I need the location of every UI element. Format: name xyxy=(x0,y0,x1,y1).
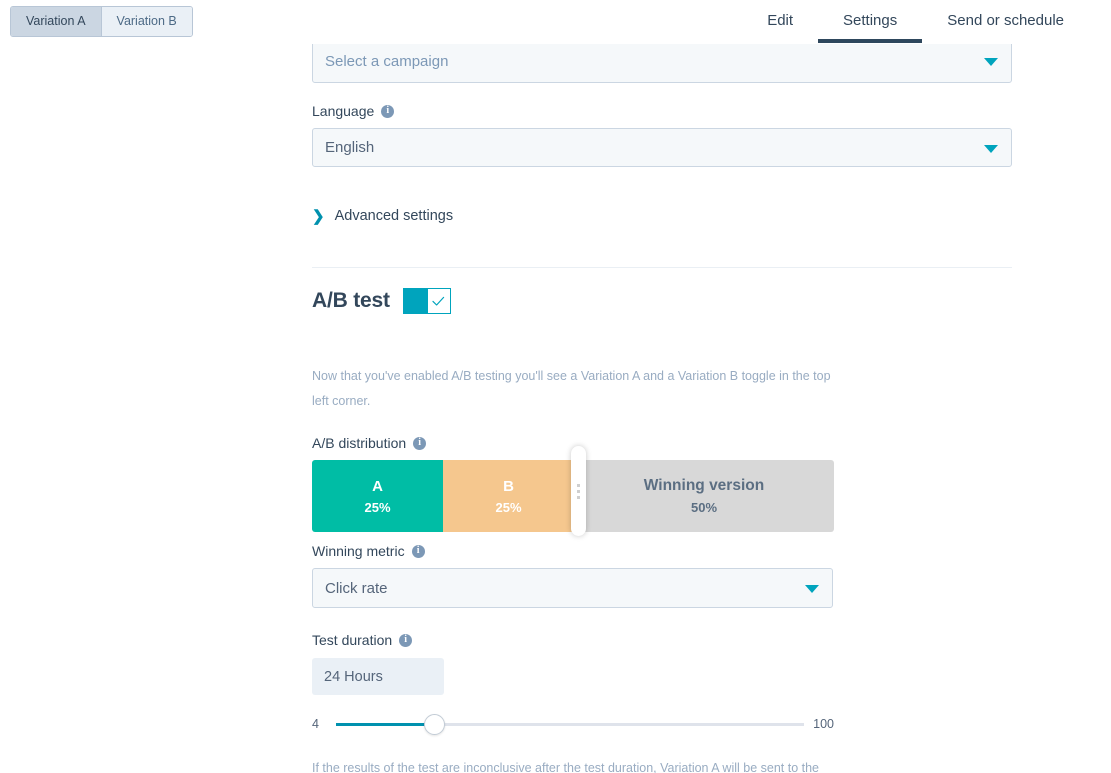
ab-test-heading: A/B test xyxy=(312,289,390,312)
drag-handle-icon[interactable] xyxy=(571,446,586,536)
section-divider xyxy=(312,267,1012,268)
slider-thumb[interactable] xyxy=(423,713,445,735)
handle-dot xyxy=(577,483,580,487)
tab-settings[interactable]: Settings xyxy=(818,0,923,44)
language-select[interactable]: English xyxy=(312,128,1012,167)
ab-test-toggle[interactable] xyxy=(402,288,451,314)
winning-metric-label-text: Winning metric xyxy=(312,543,405,559)
distribution-segment-winning-version[interactable]: Winning version 50% xyxy=(574,460,834,532)
info-icon[interactable] xyxy=(381,104,395,118)
ab-test-description: Now that you've enabled A/B testing you'… xyxy=(312,369,831,408)
check-icon xyxy=(432,296,445,306)
advanced-settings-label: Advanced settings xyxy=(334,208,454,224)
test-duration-label: Test duration xyxy=(312,632,413,648)
variation-b-button[interactable]: Variation B xyxy=(101,7,192,36)
segment-b-percent: 25% xyxy=(495,499,522,515)
test-duration-footnote: If the results of the test are inconclus… xyxy=(312,761,819,773)
ab-distribution-label: A/B distribution xyxy=(312,435,427,451)
segment-a-percent: 25% xyxy=(364,499,391,515)
variation-a-button[interactable]: Variation A xyxy=(11,7,102,36)
winning-metric-select[interactable]: Click rate xyxy=(312,568,833,608)
handle-dot xyxy=(577,489,580,493)
variation-toggle-group: Variation A Variation B xyxy=(10,6,193,37)
distribution-segment-a[interactable]: A 25% xyxy=(312,460,443,532)
ab-test-toggle-track xyxy=(402,288,427,314)
winning-metric-label: Winning metric xyxy=(312,543,425,559)
slider-track[interactable] xyxy=(336,713,804,735)
info-icon[interactable] xyxy=(399,633,413,647)
top-bar: Variation A Variation B Edit Settings Se… xyxy=(0,0,1111,44)
tab-edit[interactable]: Edit xyxy=(742,0,818,44)
language-label-text: Language xyxy=(312,103,375,119)
test-duration-input[interactable]: 24 Hours xyxy=(312,658,444,695)
slider-min-label: 4 xyxy=(312,717,319,731)
segment-b-name: B xyxy=(503,477,514,495)
test-duration-value: 24 Hours xyxy=(324,668,383,685)
segment-winning-name: Winning version xyxy=(643,477,765,494)
ab-test-header: A/B test xyxy=(312,288,451,314)
test-duration-label-text: Test duration xyxy=(312,632,393,648)
test-duration-slider: 4 100 xyxy=(312,713,834,735)
advanced-settings-toggle[interactable]: ❯ Advanced settings xyxy=(312,208,453,224)
ab-test-toggle-knob xyxy=(426,288,451,314)
chevron-down-icon xyxy=(984,58,998,66)
settings-panel: Select a campaign Language English ❯ Adv… xyxy=(0,44,1111,773)
segment-a-name: A xyxy=(372,477,383,495)
ab-distribution-label-text: A/B distribution xyxy=(312,435,407,451)
distribution-segment-b[interactable]: B 25% xyxy=(443,460,574,532)
info-icon[interactable] xyxy=(413,436,427,450)
slider-fill xyxy=(336,722,435,726)
tab-send-or-schedule[interactable]: Send or schedule xyxy=(922,0,1089,44)
language-select-value: English xyxy=(325,139,375,156)
language-label: Language xyxy=(312,103,395,119)
chevron-down-icon xyxy=(805,585,819,593)
chevron-down-icon xyxy=(984,144,998,153)
segment-winning-percent: 50% xyxy=(690,500,718,515)
nav-tabs: Edit Settings Send or schedule xyxy=(742,0,1089,44)
info-icon[interactable] xyxy=(411,544,425,558)
campaign-select-value: Select a campaign xyxy=(325,52,449,70)
chevron-right-icon: ❯ xyxy=(312,207,325,225)
winning-metric-value: Click rate xyxy=(325,579,388,597)
campaign-select[interactable]: Select a campaign xyxy=(312,44,1012,83)
slider-max-label: 100 xyxy=(813,717,834,731)
handle-dot xyxy=(577,495,580,499)
